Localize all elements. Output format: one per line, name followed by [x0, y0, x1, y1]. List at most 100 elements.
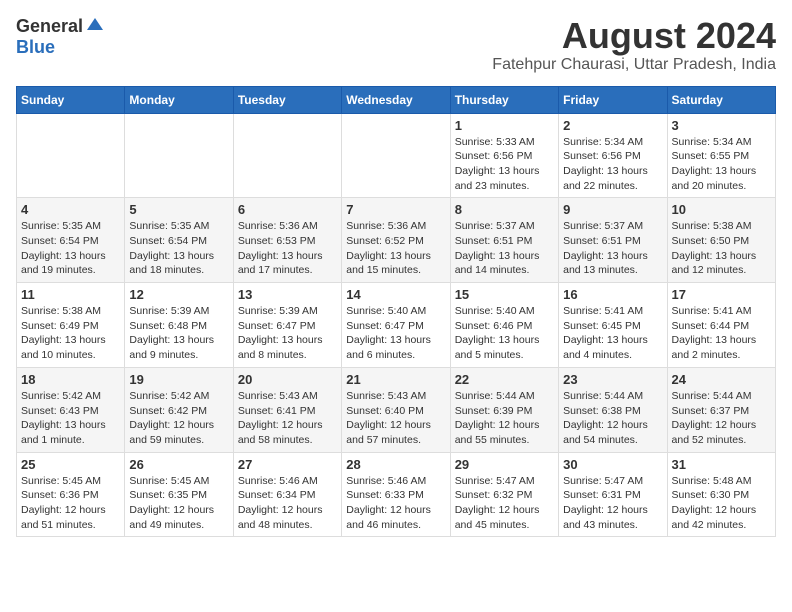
calendar-cell: 20 Sunrise: 5:43 AMSunset: 6:41 PMDayligh… [233, 367, 341, 452]
calendar-cell: 13 Sunrise: 5:39 AMSunset: 6:47 PMDayligh… [233, 283, 341, 368]
day-number: 7 [346, 202, 445, 217]
calendar-cell: 14 Sunrise: 5:40 AMSunset: 6:47 PMDayligh… [342, 283, 450, 368]
day-info: Sunrise: 5:39 AMSunset: 6:47 PMDaylight:… [238, 304, 337, 363]
day-number: 13 [238, 287, 337, 302]
calendar-cell: 25Sunrise: 5:45 AMSunset: 6:36 PMDayligh… [17, 452, 125, 537]
day-number: 11 [21, 287, 120, 302]
day-info: Sunrise: 5:35 AMSunset: 6:54 PMDaylight:… [21, 219, 120, 278]
day-info: Sunrise: 5:46 AMSunset: 6:33 PMDaylight:… [346, 474, 445, 533]
day-info: Sunrise: 5:41 AMSunset: 6:44 PMDaylight:… [672, 304, 771, 363]
calendar-cell: 9 Sunrise: 5:37 AMSunset: 6:51 PMDaylight… [559, 198, 667, 283]
calendar-cell: 31 Sunrise: 5:48 AMSunset: 6:30 PMDayligh… [667, 452, 775, 537]
page-header: General Blue August 2024 Fatehpur Chaura… [16, 16, 776, 74]
calendar-cell: 24 Sunrise: 5:44 AMSunset: 6:37 PMDayligh… [667, 367, 775, 452]
day-number: 31 [672, 457, 771, 472]
weekday-header-tuesday: Tuesday [233, 86, 341, 113]
weekday-header-saturday: Saturday [667, 86, 775, 113]
day-number: 3 [672, 118, 771, 133]
calendar-cell: 21 Sunrise: 5:43 AMSunset: 6:40 PMDayligh… [342, 367, 450, 452]
day-info: Sunrise: 5:44 AMSunset: 6:39 PMDaylight:… [455, 389, 554, 448]
calendar-cell: 10Sunrise: 5:38 AMSunset: 6:50 PMDayligh… [667, 198, 775, 283]
day-info: Sunrise: 5:40 AMSunset: 6:46 PMDaylight:… [455, 304, 554, 363]
day-number: 18 [21, 372, 120, 387]
day-number: 23 [563, 372, 662, 387]
day-info: Sunrise: 5:43 AMSunset: 6:40 PMDaylight:… [346, 389, 445, 448]
calendar-cell [17, 113, 125, 198]
calendar-cell: 7 Sunrise: 5:36 AMSunset: 6:52 PMDaylight… [342, 198, 450, 283]
calendar-cell: 12 Sunrise: 5:39 AMSunset: 6:48 PMDayligh… [125, 283, 233, 368]
day-info: Sunrise: 5:41 AMSunset: 6:45 PMDaylight:… [563, 304, 662, 363]
day-number: 14 [346, 287, 445, 302]
weekday-header-wednesday: Wednesday [342, 86, 450, 113]
day-info: Sunrise: 5:42 AMSunset: 6:42 PMDaylight:… [129, 389, 228, 448]
day-number: 16 [563, 287, 662, 302]
calendar-cell: 3Sunrise: 5:34 AMSunset: 6:55 PMDaylight… [667, 113, 775, 198]
calendar-cell: 1Sunrise: 5:33 AMSunset: 6:56 PMDaylight… [450, 113, 558, 198]
day-number: 5 [129, 202, 228, 217]
day-info: Sunrise: 5:33 AMSunset: 6:56 PMDaylight:… [455, 135, 554, 194]
calendar-cell [342, 113, 450, 198]
day-info: Sunrise: 5:44 AMSunset: 6:37 PMDaylight:… [672, 389, 771, 448]
day-number: 6 [238, 202, 337, 217]
calendar-cell [233, 113, 341, 198]
day-info: Sunrise: 5:37 AMSunset: 6:51 PMDaylight:… [455, 219, 554, 278]
day-number: 25 [21, 457, 120, 472]
weekday-header-monday: Monday [125, 86, 233, 113]
day-info: Sunrise: 5:38 AMSunset: 6:49 PMDaylight:… [21, 304, 120, 363]
location-title: Fatehpur Chaurasi, Uttar Pradesh, India [492, 56, 776, 74]
day-info: Sunrise: 5:48 AMSunset: 6:30 PMDaylight:… [672, 474, 771, 533]
day-number: 26 [129, 457, 228, 472]
calendar-cell: 19Sunrise: 5:42 AMSunset: 6:42 PMDayligh… [125, 367, 233, 452]
day-number: 2 [563, 118, 662, 133]
logo-general-text: General [16, 16, 83, 37]
day-number: 22 [455, 372, 554, 387]
day-number: 8 [455, 202, 554, 217]
day-info: Sunrise: 5:35 AMSunset: 6:54 PMDaylight:… [129, 219, 228, 278]
logo: General Blue [16, 16, 103, 58]
calendar-cell: 29 Sunrise: 5:47 AMSunset: 6:32 PMDayligh… [450, 452, 558, 537]
weekday-header-thursday: Thursday [450, 86, 558, 113]
day-info: Sunrise: 5:39 AMSunset: 6:48 PMDaylight:… [129, 304, 228, 363]
calendar-cell: 30 Sunrise: 5:47 AMSunset: 6:31 PMDayligh… [559, 452, 667, 537]
day-info: Sunrise: 5:34 AMSunset: 6:56 PMDaylight:… [563, 135, 662, 194]
day-number: 30 [563, 457, 662, 472]
day-number: 20 [238, 372, 337, 387]
calendar-cell: 16 Sunrise: 5:41 AMSunset: 6:45 PMDayligh… [559, 283, 667, 368]
day-number: 9 [563, 202, 662, 217]
day-info: Sunrise: 5:42 AMSunset: 6:43 PMDaylight:… [21, 389, 120, 448]
day-number: 12 [129, 287, 228, 302]
day-info: Sunrise: 5:37 AMSunset: 6:51 PMDaylight:… [563, 219, 662, 278]
calendar-cell: 8 Sunrise: 5:37 AMSunset: 6:51 PMDaylight… [450, 198, 558, 283]
day-info: Sunrise: 5:36 AMSunset: 6:52 PMDaylight:… [346, 219, 445, 278]
calendar-cell: 6Sunrise: 5:36 AMSunset: 6:53 PMDaylight… [233, 198, 341, 283]
calendar-table: SundayMondayTuesdayWednesdayThursdayFrid… [16, 86, 776, 538]
logo-triangle-icon [87, 16, 103, 37]
day-info: Sunrise: 5:46 AMSunset: 6:34 PMDaylight:… [238, 474, 337, 533]
month-title: August 2024 [492, 16, 776, 56]
day-number: 28 [346, 457, 445, 472]
calendar-cell: 23Sunrise: 5:44 AMSunset: 6:38 PMDayligh… [559, 367, 667, 452]
calendar-cell: 18 Sunrise: 5:42 AMSunset: 6:43 PMDayligh… [17, 367, 125, 452]
calendar-cell: 28 Sunrise: 5:46 AMSunset: 6:33 PMDayligh… [342, 452, 450, 537]
calendar-cell: 27Sunrise: 5:46 AMSunset: 6:34 PMDayligh… [233, 452, 341, 537]
day-info: Sunrise: 5:43 AMSunset: 6:41 PMDaylight:… [238, 389, 337, 448]
calendar-cell: 4 Sunrise: 5:35 AMSunset: 6:54 PMDaylight… [17, 198, 125, 283]
day-number: 24 [672, 372, 771, 387]
calendar-cell: 17 Sunrise: 5:41 AMSunset: 6:44 PMDayligh… [667, 283, 775, 368]
day-number: 21 [346, 372, 445, 387]
calendar-cell: 11 Sunrise: 5:38 AMSunset: 6:49 PMDayligh… [17, 283, 125, 368]
day-info: Sunrise: 5:47 AMSunset: 6:31 PMDaylight:… [563, 474, 662, 533]
day-number: 4 [21, 202, 120, 217]
title-area: August 2024 Fatehpur Chaurasi, Uttar Pra… [492, 16, 776, 74]
day-info: Sunrise: 5:47 AMSunset: 6:32 PMDaylight:… [455, 474, 554, 533]
calendar-cell: 2 Sunrise: 5:34 AMSunset: 6:56 PMDaylight… [559, 113, 667, 198]
day-number: 29 [455, 457, 554, 472]
calendar-cell: 22 Sunrise: 5:44 AMSunset: 6:39 PMDayligh… [450, 367, 558, 452]
weekday-header-sunday: Sunday [17, 86, 125, 113]
weekday-header-friday: Friday [559, 86, 667, 113]
calendar-cell: 26Sunrise: 5:45 AMSunset: 6:35 PMDayligh… [125, 452, 233, 537]
day-number: 17 [672, 287, 771, 302]
logo-blue-text: Blue [16, 37, 55, 57]
day-info: Sunrise: 5:40 AMSunset: 6:47 PMDaylight:… [346, 304, 445, 363]
calendar-cell [125, 113, 233, 198]
